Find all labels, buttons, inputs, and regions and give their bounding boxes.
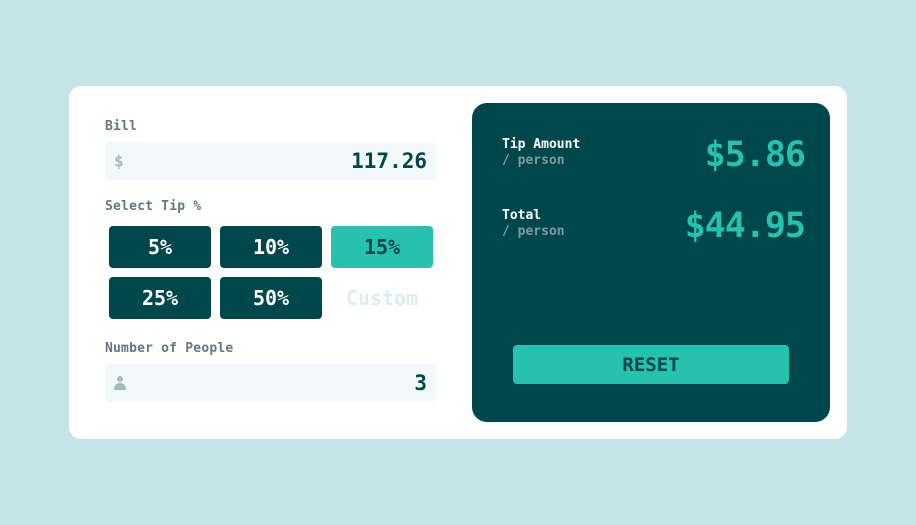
people-label: Number of People xyxy=(105,341,234,356)
tip-amount-row: Tip Amount / person $5.86 xyxy=(502,135,806,187)
dollar-icon: $ xyxy=(114,151,124,171)
tip-5-button[interactable]: 5% xyxy=(109,226,211,268)
tip-50-button[interactable]: 50% xyxy=(220,277,322,319)
total-value: $44.95 xyxy=(684,206,806,246)
tip-options: 5% 10% 15% 25% 50% xyxy=(109,226,437,319)
people-input[interactable] xyxy=(135,364,427,402)
tip-15-button[interactable]: 15% xyxy=(331,226,433,268)
tip-label: Select Tip % xyxy=(105,199,202,214)
tip-10-button[interactable]: 10% xyxy=(220,226,322,268)
total-row: Total / person $44.95 xyxy=(502,206,806,258)
bill-label: Bill xyxy=(105,119,138,134)
bill-field: $ xyxy=(105,142,437,180)
reset-button[interactable]: RESET xyxy=(513,345,789,384)
tip-calculator-card: Bill $ Select Tip % 5% 10% 15% 25% 50% N… xyxy=(69,86,847,439)
custom-tip-input[interactable] xyxy=(331,277,433,319)
input-panel: Bill $ Select Tip % 5% 10% 15% 25% 50% N… xyxy=(105,119,437,402)
results-panel: Tip Amount / person $5.86 Total / person… xyxy=(472,103,830,422)
people-field xyxy=(105,364,437,402)
bill-input[interactable] xyxy=(135,142,427,180)
tip-25-button[interactable]: 25% xyxy=(109,277,211,319)
person-icon xyxy=(114,376,126,390)
tip-amount-value: $5.86 xyxy=(704,135,806,175)
